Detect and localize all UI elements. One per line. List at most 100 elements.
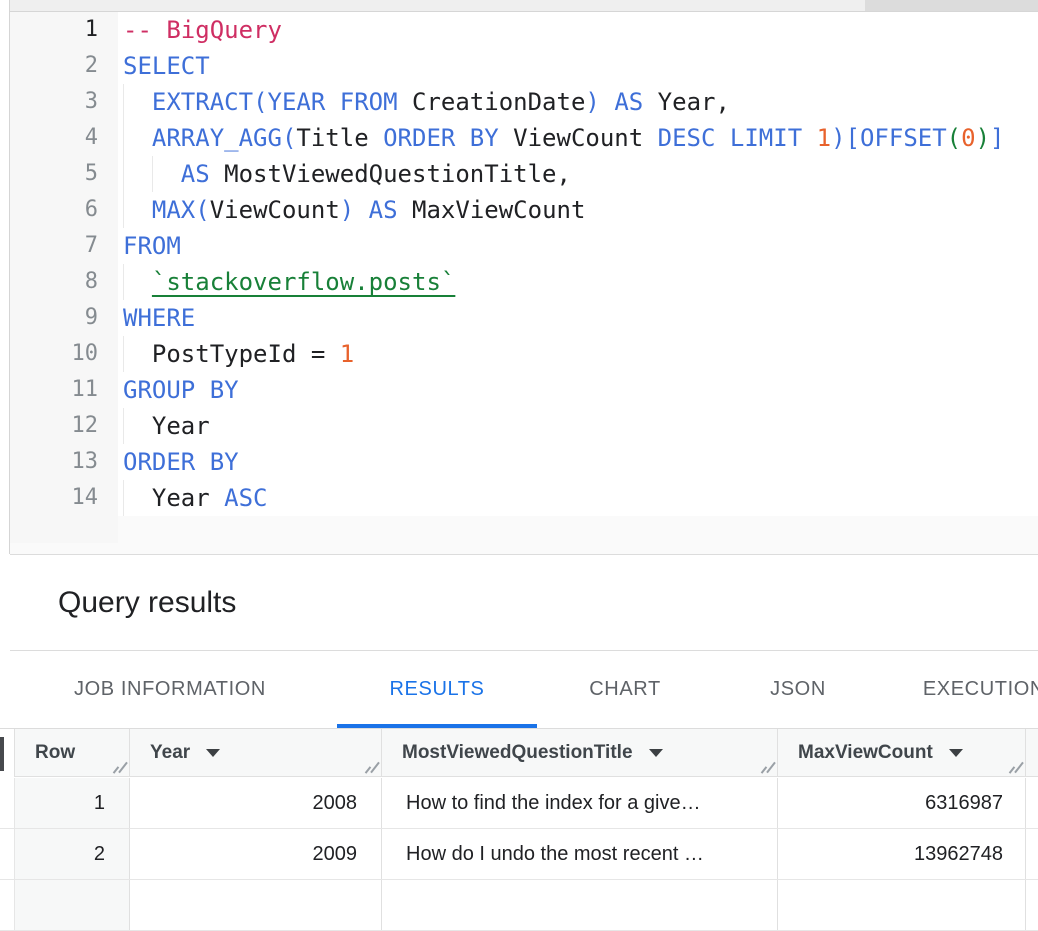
table-cell: 6316987 (778, 778, 1026, 828)
tab-job-information[interactable]: JOB INFORMATION (44, 651, 296, 728)
table-cell (130, 880, 382, 930)
line-number: 6 (10, 192, 118, 228)
indent-guide-line (123, 84, 124, 120)
code-text: Year ASC (123, 484, 268, 512)
tab-label: JSON (770, 678, 826, 701)
sort-dropdown-icon[interactable] (206, 749, 220, 757)
results-tab-bar: JOB INFORMATION RESULTS CHART JSON EXECUTION… (0, 651, 1038, 728)
page-title: Query results (58, 555, 236, 650)
code-line[interactable]: EXTRACT(YEAR FROM CreationDate) AS Year, (123, 84, 1038, 120)
column-header-inner: MaxViewCount (778, 729, 1025, 776)
code-line[interactable]: SELECT (123, 48, 1038, 84)
code-token (802, 124, 816, 152)
code-text: MAX(ViewCount) AS MaxViewCount (123, 196, 585, 224)
table-cell (382, 880, 778, 930)
code-token: FROM (123, 232, 181, 260)
tab-execution-details[interactable]: EXECUTION DETAILS (880, 651, 1038, 728)
code-line[interactable]: ORDER BY (123, 444, 1038, 480)
code-text: ARRAY_AGG(Title ORDER BY ViewCount DESC … (123, 124, 1004, 152)
line-number: 9 (10, 300, 118, 336)
table-cell: How do I undo the most recent … (382, 829, 778, 879)
code-token: DESC (658, 124, 716, 152)
indent-guide-line (123, 192, 124, 228)
line-number: 1 (10, 12, 118, 48)
table-cell: 2008 (130, 778, 382, 828)
table-cell: How to find the index for a give… (382, 778, 778, 828)
code-line[interactable]: PostTypeId = 1 (123, 336, 1038, 372)
code-token: AS (369, 196, 398, 224)
code-token (325, 88, 339, 116)
code-token: YEAR (268, 88, 326, 116)
indent-guide-line (123, 336, 124, 372)
code-line[interactable]: FROM (123, 228, 1038, 264)
code-token: MaxViewCount (398, 196, 586, 224)
column-resize-handle[interactable] (110, 760, 126, 774)
code-token: ORDER BY (383, 124, 499, 152)
code-token: Title (296, 124, 383, 152)
code-token: ( (282, 124, 296, 152)
code-line[interactable]: ARRAY_AGG(Title ORDER BY ViewCount DESC … (123, 120, 1038, 156)
code-line[interactable]: MAX(ViewCount) AS MaxViewCount (123, 192, 1038, 228)
results-table: RowYearMostViewedQuestionTitleMaxViewCou… (0, 729, 1038, 886)
code-line[interactable]: AS MostViewedQuestionTitle, (123, 156, 1038, 192)
indent-guide-line (123, 120, 124, 156)
code-line[interactable]: Year (123, 408, 1038, 444)
code-token: ) (831, 124, 845, 152)
indent-guide-line (123, 480, 124, 516)
sort-dropdown-icon[interactable] (949, 749, 963, 757)
code-text: SELECT (123, 52, 210, 80)
table-cell (1026, 778, 1038, 828)
code-text: ORDER BY (123, 448, 239, 476)
line-number: 12 (10, 408, 118, 444)
code-token: ASC (224, 484, 267, 512)
code-token: ( (253, 88, 267, 116)
code-line[interactable]: `stackoverflow.posts` (123, 264, 1038, 300)
code-token: WHERE (123, 304, 195, 332)
code-token (354, 196, 368, 224)
line-number: 11 (10, 372, 118, 408)
scrollbar-thumb[interactable] (0, 737, 4, 771)
code-token (600, 88, 614, 116)
code-text: GROUP BY (123, 376, 239, 404)
code-line[interactable]: -- BigQuery (123, 12, 1038, 48)
table-cell: 13962748 (778, 829, 1026, 879)
line-number: 7 (10, 228, 118, 264)
code-text: AS MostViewedQuestionTitle, (123, 160, 571, 188)
table-row: 12008How to find the index for a give…63… (0, 778, 1038, 829)
code-line[interactable]: Year ASC (123, 480, 1038, 516)
sql-editor[interactable]: 1234567891011121314 -- BigQuerySELECT EX… (10, 12, 1038, 554)
code-token: Year (152, 412, 210, 440)
tab-results[interactable]: RESULTS (337, 651, 537, 728)
tab-label: EXECUTION DETAILS (923, 678, 1038, 701)
query-results-panel-header: Query results (0, 555, 1038, 650)
table-reference-link[interactable]: `stackoverflow.posts` (152, 268, 455, 296)
code-token: OFFSET (860, 124, 947, 152)
code-token: MAX (152, 196, 195, 224)
column-resize-handle[interactable] (758, 760, 774, 774)
sort-dropdown-icon[interactable] (649, 749, 663, 757)
column-header-inner: Year (130, 729, 381, 776)
column-header-inner (1026, 729, 1038, 776)
row-number-cell: 1 (14, 778, 130, 828)
code-line[interactable]: WHERE (123, 300, 1038, 336)
code-token: AS (614, 88, 643, 116)
column-resize-handle[interactable] (1006, 760, 1022, 774)
code-line[interactable]: GROUP BY (123, 372, 1038, 408)
code-token: FROM (340, 88, 398, 116)
tab-json[interactable]: JSON (733, 651, 863, 728)
row-number-cell (14, 880, 130, 930)
editor-top-scroll-thumb[interactable] (865, 0, 1038, 11)
code-token: ) (585, 88, 599, 116)
tab-label: RESULTS (390, 678, 485, 701)
table-cell (1026, 829, 1038, 879)
table-cell (1026, 880, 1038, 930)
code-lines[interactable]: -- BigQuery SELECT EXTRACT(YEAR FROM Crea… (123, 12, 1038, 516)
code-text: PostTypeId = 1 (123, 340, 354, 368)
code-token: MostViewedQuestionTitle, (210, 160, 571, 188)
code-text: WHERE (123, 304, 195, 332)
tab-chart[interactable]: CHART (560, 651, 690, 728)
column-resize-handle[interactable] (362, 760, 378, 774)
code-text: `stackoverflow.posts` (123, 268, 455, 296)
code-token: SELECT (123, 52, 210, 80)
line-number-gutter: 1234567891011121314 (10, 12, 118, 543)
